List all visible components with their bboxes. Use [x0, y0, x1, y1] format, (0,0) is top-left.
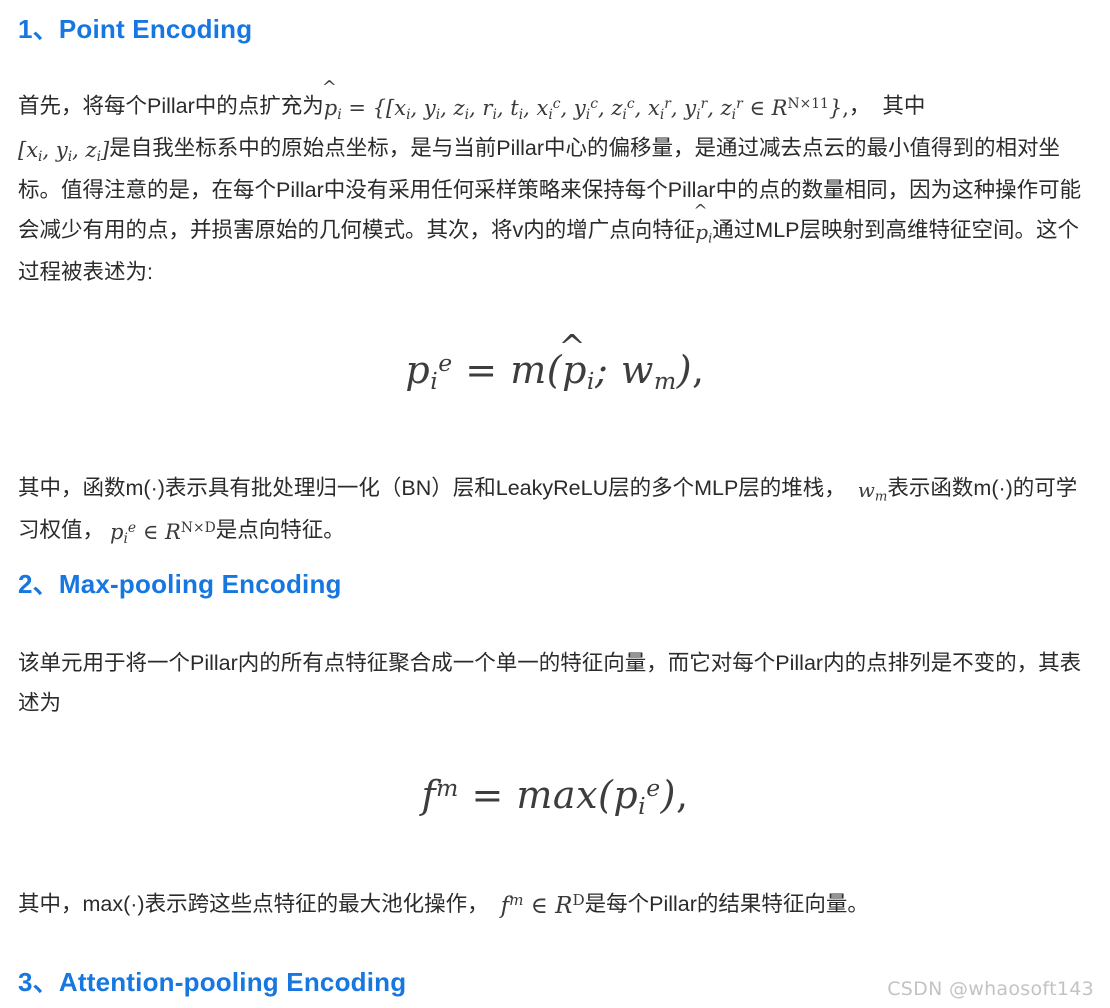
p4-text-1: 其中，max(·)表示跨这些点特征的最大池化操作，	[18, 892, 489, 916]
formula-p-hat-inline: ^ pi	[693, 201, 713, 247]
p2-text-3: 是点向特征。	[215, 518, 345, 542]
watermark: CSDN @whaosoft143	[887, 978, 1094, 1000]
formula-xyz-bracket: [xi, yi, zi]	[18, 138, 110, 165]
formula-pe-in-R: pie ∈ RN×D	[110, 519, 216, 547]
p1-text-1: 首先，将每个Pillar中的点扩充为	[18, 94, 324, 118]
display-equation-2: fm = max(pie),	[0, 773, 1110, 821]
section-title-3: Attention-pooling Encoding	[58, 967, 407, 997]
display-equation-1: pie = m(^ pi; wm),	[0, 328, 1110, 396]
p4-text-2: 是每个Pillar的结果特征向量。	[584, 892, 869, 916]
section-heading-2: 2、Max-pooling Encoding	[18, 569, 342, 600]
document-page: 1、Point Encoding 首先，将每个Pillar中的点扩充为 ^ pi =…	[0, 0, 1110, 1008]
p2-text-1: 其中，函数m(·)表示具有批处理归一化（BN）层和LeakyReLU层的多个ML…	[18, 476, 846, 500]
formula-fm-in-R: fm ∈ RD	[500, 891, 585, 919]
formula-w-m: wm	[857, 478, 888, 505]
p1-text-2: ，	[848, 94, 871, 118]
p3-text-1: 该单元用于将一个Pillar内的所有点特征聚合成一个单一的特征向量，而它对每个P…	[18, 651, 1082, 715]
paragraph-max-explanation: 其中，max(·)表示跨这些点特征的最大池化操作， fm ∈ RD是每个Pill…	[18, 884, 1094, 926]
p1-text-3: 其中	[882, 94, 926, 118]
formula-p-hat-definition: ^ pi = {[xi, yi, zi, ri, ti, xic, yic, zi…	[321, 76, 849, 123]
paragraph-mlp-explanation: 其中，函数m(·)表示具有批处理归一化（BN）层和LeakyReLU层的多个ML…	[18, 468, 1094, 552]
section-heading-3: 3、Attention-pooling Encoding	[18, 967, 406, 998]
equation-2-body: fm = max(pie),	[421, 773, 689, 821]
equation-1-body: pie = m(^ pi; wm),	[405, 328, 705, 396]
paragraph-point-encoding: 首先，将每个Pillar中的点扩充为 ^ pi = {[xi, yi, zi, ri…	[18, 76, 1094, 292]
section-title-1: Point Encoding	[58, 14, 253, 44]
section-number-2: 2、	[18, 569, 59, 599]
paragraph-max-pooling: 该单元用于将一个Pillar内的所有点特征聚合成一个单一的特征向量，而它对每个P…	[18, 643, 1094, 723]
section-heading-1: 1、Point Encoding	[18, 14, 252, 45]
section-number-3: 3、	[18, 967, 59, 997]
section-title-2: Max-pooling Encoding	[58, 569, 342, 599]
section-number-1: 1、	[18, 14, 59, 44]
